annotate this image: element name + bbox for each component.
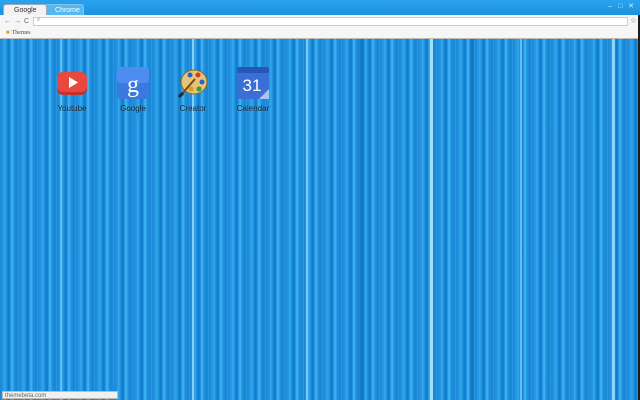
tab-chrome[interactable]: Chrome [44, 4, 84, 15]
app-label: Google [120, 104, 146, 113]
tab-google[interactable]: Google [3, 4, 47, 15]
forward-icon[interactable]: → [14, 17, 21, 26]
app-label: Youtube [57, 104, 87, 113]
stripe-accent [430, 39, 433, 400]
new-tab-page: Youtube g Google Creator 31 Calendar [0, 39, 638, 400]
folder-icon: ■ [6, 30, 10, 36]
window-controls[interactable]: – □ ✕ [608, 2, 636, 10]
stripe-accent [470, 39, 474, 400]
stripe-accent [520, 39, 522, 400]
bookmark-star-icon[interactable]: ☆ [630, 16, 637, 25]
google-icon: g [117, 67, 149, 99]
address-bar[interactable]: ⌕ [33, 17, 628, 26]
status-bar: themebeta.com [2, 391, 118, 399]
bookmarks-bar: ■ Themes [0, 29, 640, 39]
app-creator[interactable]: Creator [163, 67, 223, 117]
tab-label: Chrome [55, 7, 80, 14]
palette-icon [177, 67, 209, 99]
back-icon[interactable]: ← [4, 17, 11, 26]
search-icon: ⌕ [37, 17, 41, 23]
stripe-accent [306, 39, 308, 400]
reload-icon[interactable]: C [24, 17, 29, 26]
bookmark-label: Themes [11, 30, 31, 36]
app-label: Creator [179, 104, 207, 113]
app-google[interactable]: g Google [103, 67, 163, 117]
app-calendar[interactable]: 31 Calendar [223, 67, 283, 117]
tab-label: Google [14, 7, 37, 14]
google-letter: g [127, 72, 139, 98]
title-bar: Chrome Google – □ ✕ [0, 0, 640, 15]
app-youtube[interactable]: Youtube [42, 67, 102, 117]
app-label: Calendar [236, 104, 270, 113]
calendar-date: 31 [243, 76, 262, 95]
stripe-accent [612, 39, 615, 400]
youtube-icon [56, 67, 88, 99]
stripe-accent [360, 39, 364, 400]
calendar-icon: 31 [237, 67, 269, 99]
bookmark-themes[interactable]: ■ Themes [6, 29, 31, 38]
toolbar: ← → C ⌕ ☆ [0, 15, 640, 30]
